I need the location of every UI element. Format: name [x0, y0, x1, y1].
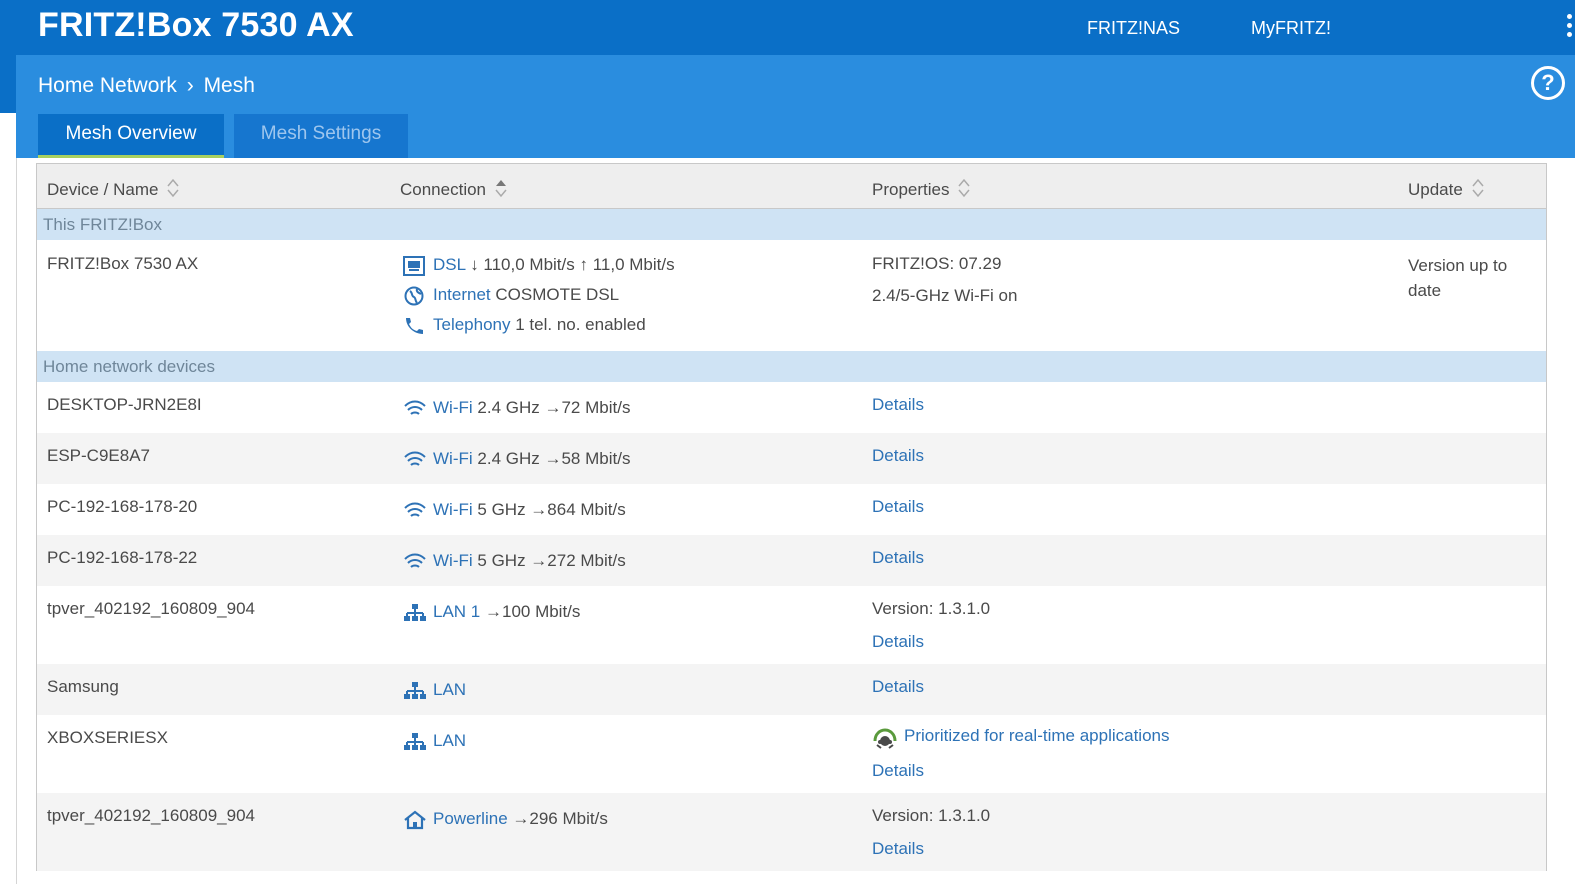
connection-cell: Wi-Fi 2.4 GHz →58 Mbit/s [403, 448, 630, 470]
update-status: Version up to date [1408, 256, 1508, 300]
device-name[interactable]: XBOXSERIESX [47, 727, 168, 749]
details-link[interactable]: Details [872, 497, 924, 516]
mesh-table: Device / Name Connection Properties Upda… [36, 163, 1547, 871]
myfritz-link[interactable]: MyFRITZ! [1251, 18, 1331, 39]
section-home-network-devices: Home network devices [37, 351, 1546, 382]
section-this-fritzbox: This FRITZ!Box [37, 209, 1546, 240]
dsl-icon [403, 255, 427, 276]
table-row: DESKTOP-JRN2E8I Wi-Fi 2.4 GHz →72 Mbit/s… [37, 382, 1546, 433]
header-edge [0, 55, 16, 113]
device-name[interactable]: FRITZ!Box 7530 AX [47, 253, 198, 275]
column-connection[interactable]: Connection [400, 177, 507, 204]
device-name[interactable]: DESKTOP-JRN2E8I [47, 394, 202, 416]
wifi-icon [403, 501, 427, 521]
details-link[interactable]: Details [872, 761, 924, 780]
connection-cell: LAN 1 →100 Mbit/s [403, 601, 580, 623]
sort-icon [1471, 177, 1484, 204]
properties-cell: Version: 1.3.1.0 Details [872, 598, 990, 653]
top-bar: FRITZ!Box 7530 AX FRITZ!NAS MyFRITZ! [0, 0, 1575, 55]
tab-mesh-settings[interactable]: Mesh Settings [234, 114, 408, 158]
properties-cell: Details [872, 394, 924, 416]
connection-cell: Wi-Fi 2.4 GHz →72 Mbit/s [403, 397, 630, 419]
properties-cell: Prioritized for real-time applications D… [872, 725, 1170, 782]
table-row: PC-192-168-178-20 Wi-Fi 5 GHz →864 Mbit/… [37, 484, 1546, 535]
globe-icon [403, 286, 427, 306]
lan-icon [403, 681, 427, 701]
properties-cell: Details [872, 547, 924, 569]
connection-cell: LAN [403, 730, 466, 752]
properties-cell: Details [872, 496, 924, 518]
wifi-icon [403, 450, 427, 470]
properties-cell: Details [872, 445, 924, 467]
content-border [16, 158, 17, 884]
home-icon [403, 810, 427, 830]
priority-status: Prioritized for real-time applications [872, 725, 1170, 760]
breadcrumb-current: Mesh [203, 74, 255, 97]
sub-header: Home Network › Mesh ? Mesh Overview Mesh… [16, 55, 1575, 158]
breadcrumb-parent[interactable]: Home Network [38, 74, 177, 97]
product-title: FRITZ!Box 7530 AX [38, 6, 354, 44]
help-icon[interactable]: ? [1531, 66, 1565, 100]
table-row: tpver_402192_160809_904 Powerline →296 M… [37, 793, 1546, 871]
lan-icon [403, 603, 427, 623]
connection-dsl: DSL ↓ 110,0 Mbit/s ↑ 11,0 Mbit/s [403, 254, 675, 284]
table-row: PC-192-168-178-22 Wi-Fi 5 GHz →272 Mbit/… [37, 535, 1546, 586]
device-version: Version: 1.3.1.0 [872, 599, 991, 618]
column-update[interactable]: Update [1408, 177, 1484, 204]
connection-cell: LAN [403, 679, 466, 701]
breadcrumb: Home Network › Mesh [38, 74, 255, 98]
realtime-priority-icon [872, 727, 898, 749]
connection-telephony: Telephony 1 tel. no. enabled [403, 314, 675, 344]
table-header: Device / Name Connection Properties Upda… [37, 164, 1546, 209]
connection-cell: Powerline →296 Mbit/s [403, 808, 608, 830]
sort-icon [167, 177, 179, 204]
properties-cell: Details [872, 676, 924, 698]
table-row: tpver_402192_160809_904 LAN 1 →100 Mbit/… [37, 586, 1546, 664]
column-device-name[interactable]: Device / Name [47, 177, 179, 204]
sort-icon [495, 177, 507, 204]
device-name[interactable]: ESP-C9E8A7 [47, 445, 150, 467]
connection-cell: Wi-Fi 5 GHz →864 Mbit/s [403, 499, 626, 521]
device-name[interactable]: PC-192-168-178-22 [47, 547, 197, 569]
table-row: XBOXSERIESX LAN Prioritized for real-tim… [37, 715, 1546, 793]
device-name[interactable]: Samsung [47, 676, 119, 698]
fritzos-version: FRITZ!OS: 07.29 [872, 254, 1002, 273]
device-name[interactable]: PC-192-168-178-20 [47, 496, 197, 518]
connection-cell: Wi-Fi 5 GHz →272 Mbit/s [403, 550, 626, 572]
phone-icon [403, 316, 427, 336]
wifi-status: 2.4/5-GHz Wi-Fi on [872, 286, 1018, 305]
fritzbox-row: FRITZ!Box 7530 AX DSL ↓ 110,0 Mbit/s ↑ 1… [37, 240, 1546, 351]
details-link[interactable]: Details [872, 548, 924, 567]
details-link[interactable]: Details [872, 395, 924, 414]
properties-cell: FRITZ!OS: 07.29 2.4/5-GHz Wi-Fi on [872, 253, 1017, 307]
lan-icon [403, 732, 427, 752]
details-link[interactable]: Details [872, 446, 924, 465]
sort-icon [958, 177, 970, 204]
table-row: ESP-C9E8A7 Wi-Fi 2.4 GHz →58 Mbit/s Deta… [37, 433, 1546, 484]
column-properties[interactable]: Properties [872, 177, 970, 204]
device-version: Version: 1.3.1.0 [872, 806, 991, 825]
details-link[interactable]: Details [872, 677, 924, 696]
device-name[interactable]: tpver_402192_160809_904 [47, 805, 255, 827]
device-name[interactable]: tpver_402192_160809_904 [47, 598, 255, 620]
connection-cell: DSL ↓ 110,0 Mbit/s ↑ 11,0 Mbit/s Interne… [403, 254, 675, 344]
tab-mesh-overview[interactable]: Mesh Overview [38, 114, 224, 158]
wifi-icon [403, 399, 427, 419]
breadcrumb-separator: › [186, 74, 194, 97]
more-menu-icon[interactable] [1567, 14, 1573, 41]
properties-cell: Version: 1.3.1.0 Details [872, 805, 990, 860]
fritznas-link[interactable]: FRITZ!NAS [1087, 18, 1180, 39]
details-link[interactable]: Details [872, 632, 924, 651]
connection-internet: Internet COSMOTE DSL [403, 284, 675, 314]
wifi-icon [403, 552, 427, 572]
table-row: Samsung LAN Details [37, 664, 1546, 715]
details-link[interactable]: Details [872, 839, 924, 858]
